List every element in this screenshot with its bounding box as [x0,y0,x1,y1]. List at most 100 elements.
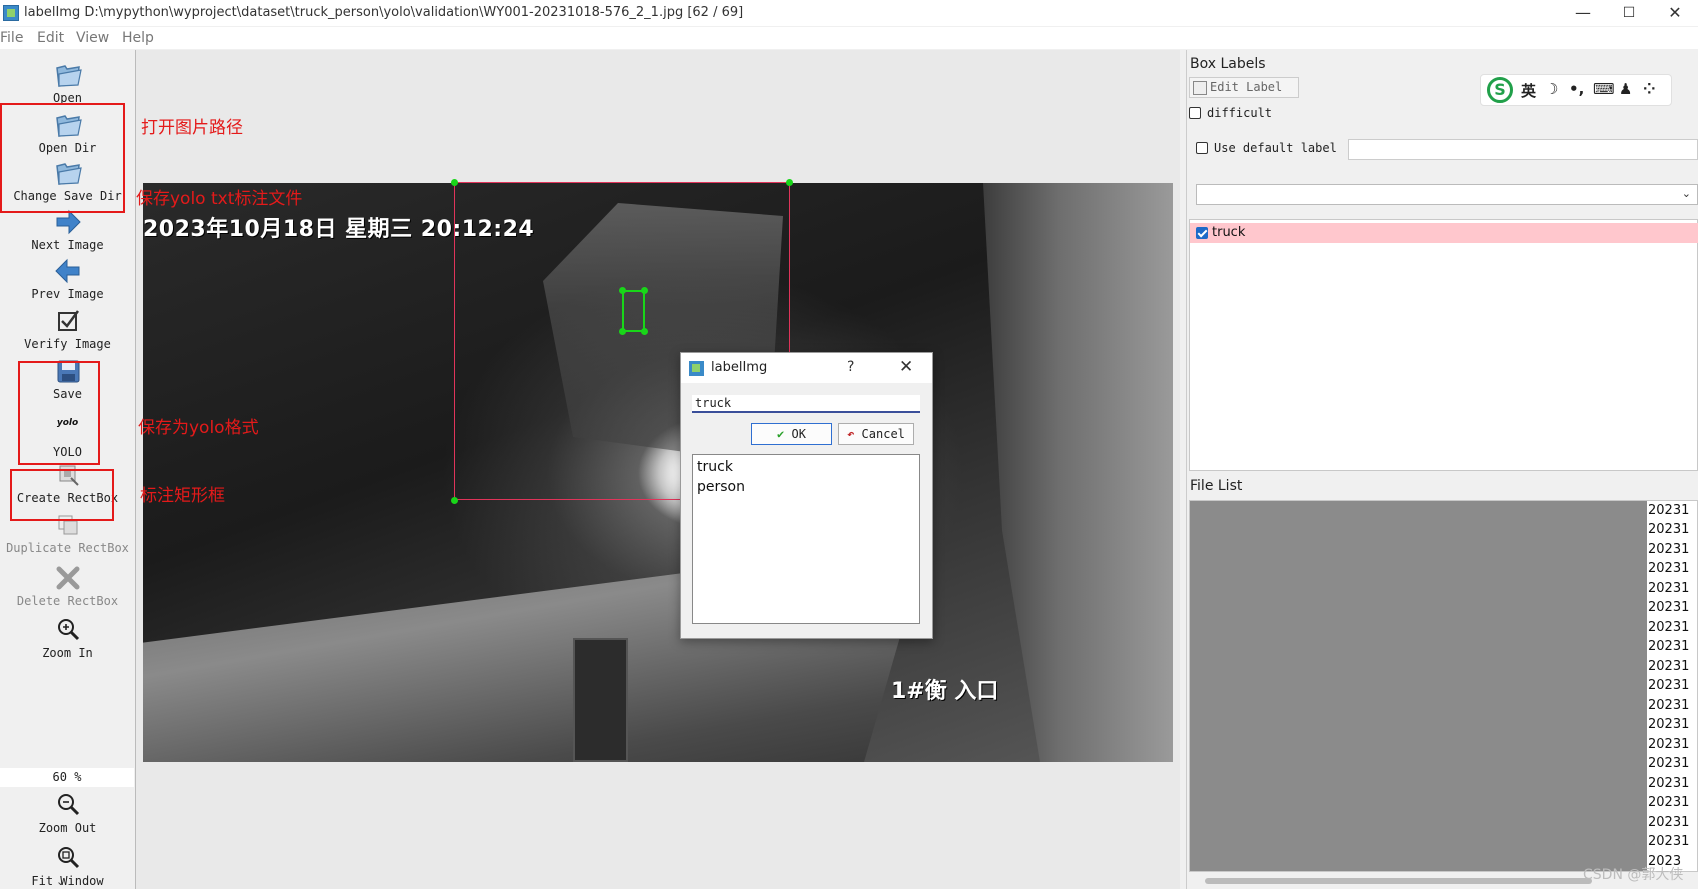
bbox-handle[interactable] [786,179,793,186]
file-list-item[interactable]: 20231 [1648,522,1689,537]
ime-language-toggle[interactable]: 英 [1521,80,1536,101]
file-list-item[interactable]: 20231 [1648,737,1689,752]
file-list-item[interactable]: 20231 [1648,717,1689,732]
label-input[interactable] [692,395,920,413]
file-list-item[interactable]: 20231 [1648,600,1689,615]
file-list-item[interactable]: 20231 [1648,561,1689,576]
file-list-item[interactable]: 20231 [1648,542,1689,557]
menu-edit[interactable]: Edit [37,30,64,46]
file-list-horizontal-scrollbar[interactable] [1205,878,1592,884]
box-labels-title: Box Labels [1190,56,1266,72]
keyboard-icon[interactable]: ⌨ [1593,80,1615,98]
undo-arrow-icon: ↶ [847,427,855,441]
file-list-item[interactable]: 20231 [1648,620,1689,635]
list-item[interactable]: person [697,477,915,497]
delete-rectbox-label: Delete RectBox [16,594,119,608]
file-list-item[interactable]: 20231 [1648,815,1689,830]
difficult-label: difficult [1207,106,1273,120]
minimize-button[interactable]: — [1560,0,1606,26]
dialog-title-bar: labelImg ? ✕ [681,353,932,383]
verify-image-button[interactable]: Verify Image [0,306,135,351]
arrow-left-icon [54,258,79,284]
maximize-button[interactable]: ☐ [1606,0,1652,26]
verify-image-label: Verify Image [24,337,111,351]
next-image-label: Next Image [31,238,104,252]
label-history-list[interactable]: truck person [692,454,920,624]
menu-bar: File Edit View Help [0,27,1698,49]
rect-handle[interactable] [641,287,648,294]
window-title: labelImg D:\mypython\wyproject\dataset\t… [24,5,744,20]
use-default-label-text: Use default label [1214,141,1337,155]
folder-open-icon [55,65,82,87]
labelimg-app-icon [689,361,704,376]
file-list-item[interactable]: 20231 [1648,659,1689,674]
prev-image-label: Prev Image [31,287,104,301]
menu-help[interactable]: Help [122,30,154,46]
menu-file[interactable]: File [0,30,23,46]
file-list-item[interactable]: 20231 [1648,639,1689,654]
close-button[interactable]: ✕ [1652,0,1698,26]
bbox-handle[interactable] [451,497,458,504]
open-button[interactable]: Open [0,60,135,105]
sogou-logo-icon[interactable]: S [1487,77,1513,103]
file-list-item[interactable]: 20231 [1648,795,1689,810]
ok-button[interactable]: ✔ OK [751,423,832,445]
delete-x-icon [56,566,79,590]
user-icon[interactable]: ♟ [1619,80,1632,98]
use-default-label-checkbox[interactable] [1196,142,1208,154]
bbox-handle[interactable] [451,179,458,186]
file-list-item[interactable]: 20231 [1648,776,1689,791]
delete-rectbox-button[interactable]: Delete RectBox [0,563,135,608]
title-bar: labelImg D:\mypython\wyproject\dataset\t… [0,0,1698,26]
osd-gate-label: 1#衡 入口 [891,679,999,704]
file-list-item[interactable]: 20231 [1648,698,1689,713]
edit-label-text: Edit Label [1210,80,1283,94]
label-filter-combobox[interactable]: ⌄ [1196,184,1698,205]
list-item[interactable]: truck [697,457,915,477]
box-label-list[interactable]: truck [1189,219,1698,471]
cancel-button[interactable]: ↶ Cancel [838,423,914,445]
default-label-input[interactable] [1348,139,1698,160]
gate-post [573,638,628,762]
ok-label: OK [791,427,806,441]
rect-handle[interactable] [619,328,626,335]
fit-window-icon [57,847,79,869]
rect-handle[interactable] [619,287,626,294]
file-list-item[interactable]: 20231 [1648,834,1689,849]
difficult-checkbox[interactable] [1189,107,1201,119]
zoom-in-button[interactable]: Zoom In [0,615,135,660]
file-list-item[interactable]: 20231 [1648,678,1689,693]
file-list-item[interactable]: 20231 [1648,503,1689,518]
moon-icon[interactable]: ☽ [1545,80,1558,98]
file-list-item[interactable]: 20231 [1648,756,1689,771]
toolbar-more-chevron-icon[interactable]: ⌄ [56,875,65,888]
dialog-close-button[interactable]: ✕ [899,357,913,377]
menu-view[interactable]: View [76,30,109,46]
list-item[interactable]: truck [1190,223,1698,243]
zoom-value-spinbox[interactable]: 60 % [0,768,134,787]
redacted-file-names [1190,501,1647,871]
check-icon: ✔ [777,427,785,441]
dialog-help-button[interactable]: ? [847,359,854,375]
label-dialog: labelImg ? ✕ ✔ OK ↶ Cancel truck person [680,352,933,639]
rect-handle[interactable] [641,328,648,335]
file-list-item[interactable]: 20231 [1648,581,1689,596]
file-list-title: File List [1190,478,1243,494]
ime-toolbar[interactable]: S 英 ☽ •, ⌨ ♟ ⁘ [1480,74,1672,106]
label-visible-checkbox[interactable] [1196,227,1208,239]
new-rect-drawing[interactable] [622,290,645,332]
grid-icon[interactable]: ⁘ [1643,80,1656,98]
file-list[interactable]: 20231 20231 20231 20231 20231 20231 2023… [1189,500,1698,872]
zoom-out-button[interactable]: Zoom Out [0,790,135,835]
open-dir-highlight [0,103,125,213]
next-image-button[interactable]: Next Image [0,207,135,252]
annotation-save-dir: 保存yolo txt标注文件 [136,189,303,209]
fit-window-button[interactable]: Fit Window [0,843,135,888]
punctuation-icon[interactable]: •, [1569,80,1584,98]
edit-pencil-icon [1193,81,1207,95]
prev-image-button[interactable]: Prev Image [0,256,135,301]
zoom-out-icon [57,794,79,816]
wall-area [983,183,1173,762]
save-format-highlight [18,361,100,465]
edit-label-button[interactable]: Edit Label [1189,77,1299,98]
